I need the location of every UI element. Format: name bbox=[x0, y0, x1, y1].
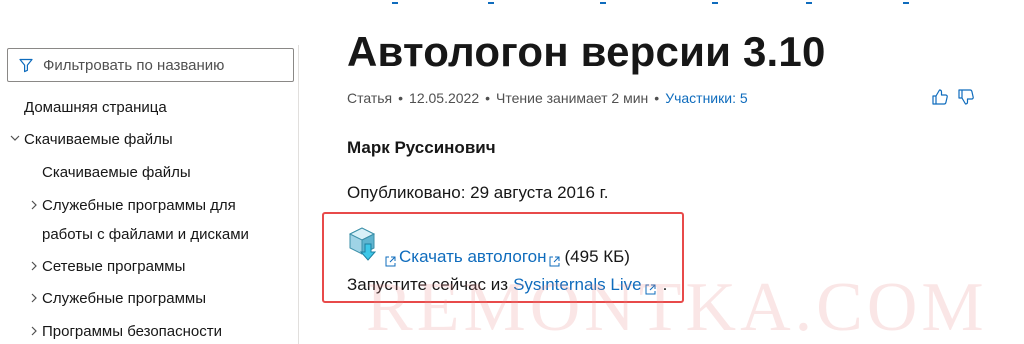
chevron-right-icon[interactable] bbox=[28, 260, 40, 275]
sidebar-item-utilities[interactable]: Служебные программы bbox=[42, 289, 206, 309]
published-date: Опубликовано: 29 августа 2016 г. bbox=[347, 183, 609, 202]
watermark: REMONTKA.COM bbox=[366, 269, 988, 344]
chevron-right-icon[interactable] bbox=[28, 199, 40, 214]
page-title: Автологон версии 3.10 bbox=[347, 28, 826, 75]
filter-box[interactable] bbox=[7, 48, 294, 82]
download-size: (495 КБ) bbox=[564, 247, 630, 266]
thumbs-up-icon bbox=[930, 87, 950, 112]
autologon-app-icon bbox=[347, 226, 377, 262]
meta-separator: • bbox=[398, 90, 404, 106]
like-button[interactable] bbox=[930, 87, 950, 112]
sidebar-item-downloads-child[interactable]: Скачиваемые файлы bbox=[42, 163, 191, 183]
article-date: 12.05.2022 bbox=[409, 90, 480, 106]
sidebar-item-file-disk-utilities[interactable]: Служебные программы для bbox=[42, 196, 236, 216]
sidebar-toc: Домашняя страница Скачиваемые файлы Скач… bbox=[0, 0, 298, 344]
breadcrumb-fragment bbox=[600, 0, 606, 4]
external-link-icon bbox=[385, 252, 396, 266]
dislike-button[interactable] bbox=[956, 87, 976, 112]
sidebar-item-downloads[interactable]: Скачиваемые файлы bbox=[24, 130, 173, 150]
sidebar-item-network[interactable]: Сетевые программы bbox=[42, 257, 185, 277]
breadcrumb-fragment bbox=[712, 0, 718, 4]
chevron-down-icon[interactable] bbox=[9, 132, 21, 147]
sidebar-item-file-disk-utilities-line2[interactable]: работы с файлами и дисками bbox=[42, 225, 249, 245]
chevron-right-icon[interactable] bbox=[28, 325, 40, 340]
read-time: Чтение занимает 2 мин bbox=[496, 90, 649, 106]
download-autologon-link[interactable]: Скачать автологон bbox=[399, 247, 547, 267]
breadcrumb-fragment bbox=[903, 0, 909, 4]
meta-separator: • bbox=[485, 90, 491, 106]
sidebar-divider bbox=[298, 45, 299, 344]
filter-input[interactable] bbox=[43, 56, 283, 74]
breadcrumb-fragment bbox=[392, 0, 398, 4]
contributors-link[interactable]: Участники: 5 bbox=[665, 90, 747, 106]
chevron-right-icon[interactable] bbox=[28, 292, 40, 307]
download-row: Скачать автологон (495 КБ) bbox=[385, 247, 630, 267]
thumbs-down-icon bbox=[956, 87, 976, 112]
sidebar-item-home[interactable]: Домашняя страница bbox=[24, 98, 167, 118]
external-link-icon bbox=[549, 252, 560, 266]
meta-separator: • bbox=[654, 90, 660, 106]
filter-icon bbox=[18, 57, 34, 73]
breadcrumb-fragment bbox=[488, 0, 494, 4]
article-meta: Статья • 12.05.2022 • Чтение занимает 2 мин •… bbox=[347, 90, 748, 106]
article-type: Статья bbox=[347, 90, 393, 106]
article-author: Марк Руссинович bbox=[347, 138, 496, 157]
breadcrumb-fragment bbox=[806, 0, 812, 4]
sidebar-item-security[interactable]: Программы безопасности bbox=[42, 322, 222, 342]
